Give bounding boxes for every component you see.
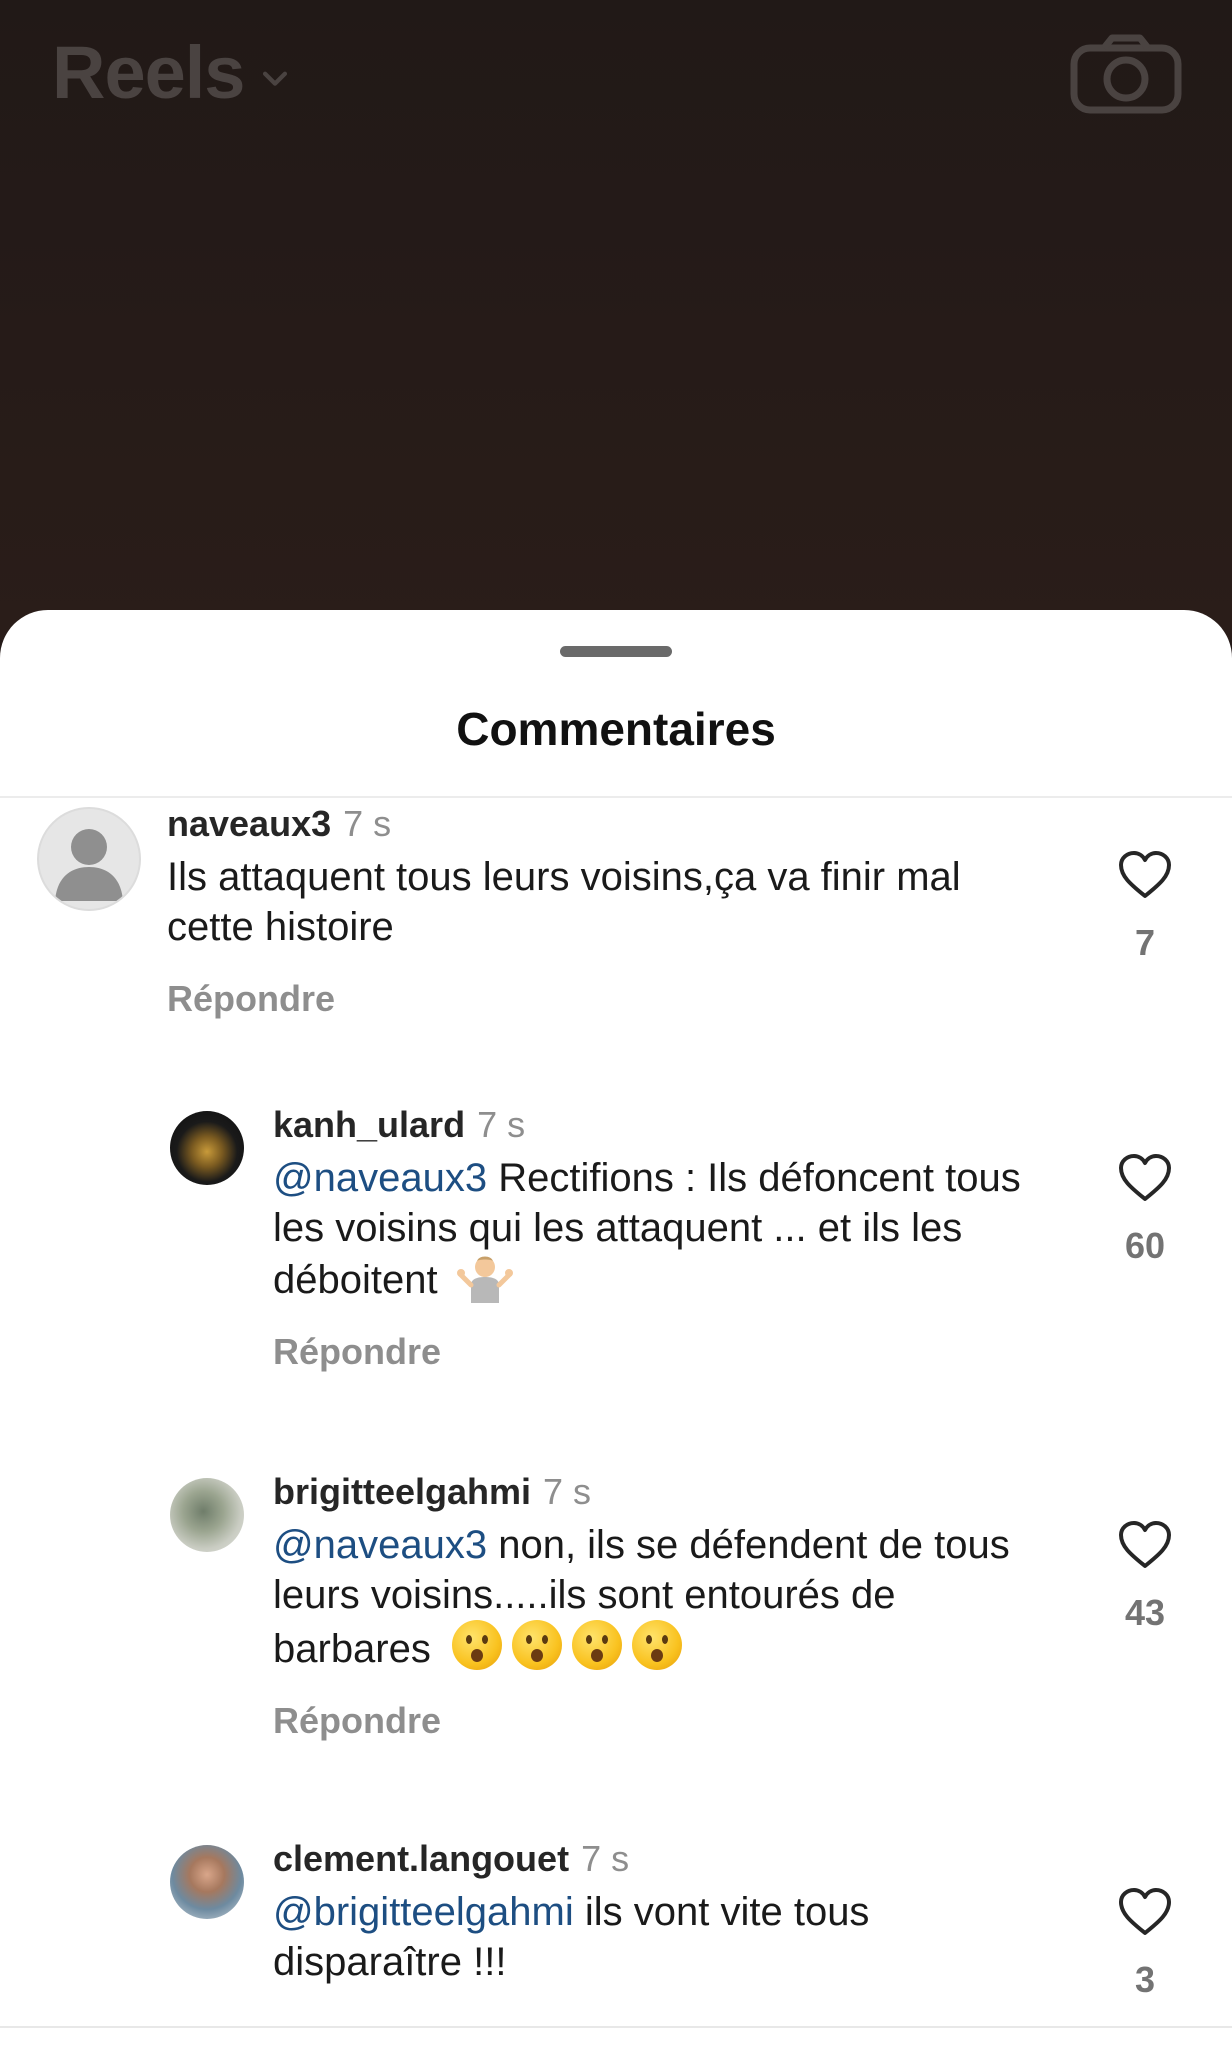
hushed-face-emoji-icon <box>572 1620 622 1670</box>
comment-time: 7 s <box>581 1838 630 1879</box>
comment-body: kanh_ulard 7 s @naveaux3 Rectifions : Ils… <box>273 1103 1053 1373</box>
comment-meta: kanh_ulard 7 s <box>273 1103 1053 1147</box>
sheet-grabber[interactable] <box>560 646 672 657</box>
comment-meta: brigitteelgahmi 7 s <box>273 1470 1053 1514</box>
comment-username[interactable]: brigitteelgahmi <box>273 1471 531 1512</box>
comment-username[interactable]: naveaux3 <box>167 803 331 844</box>
like-count: 43 <box>1124 1592 1166 1633</box>
like-column: 3 <box>1110 1887 1180 2001</box>
divider <box>0 796 1232 798</box>
sheet-title: Commentaires <box>456 703 776 755</box>
avatar[interactable] <box>170 1111 244 1185</box>
avatar[interactable] <box>37 807 141 911</box>
like-count: 3 <box>1134 1959 1156 2000</box>
heart-icon[interactable] <box>1118 1887 1172 1937</box>
like-column: 7 <box>1110 850 1180 964</box>
comment-body: clement.langouet 7 s @brigitteelgahmi ils… <box>273 1837 1053 1987</box>
comment-mention[interactable]: @naveaux3 <box>273 1156 487 1200</box>
comment-text-content: Ils attaquent tous leurs voisins,ça va f… <box>167 855 961 949</box>
comment-body: naveaux3 7 s Ils attaquent tous leurs voi… <box>167 802 1047 1020</box>
comment-text: @naveaux3 Rectifions : Ils défoncent tou… <box>273 1153 1053 1305</box>
avatar[interactable] <box>170 1478 244 1552</box>
like-column: 60 <box>1110 1153 1180 1267</box>
person-shrugging-emoji-icon <box>456 1256 513 1303</box>
comment-username[interactable]: kanh_ulard <box>273 1104 465 1145</box>
like-count: 7 <box>1134 922 1156 963</box>
reply-button[interactable]: Répondre <box>273 1700 1053 1742</box>
comment-text: Ils attaquent tous leurs voisins,ça va f… <box>167 852 1047 952</box>
hushed-face-emoji-icon <box>632 1620 682 1670</box>
hushed-face-emoji-icon <box>512 1620 562 1670</box>
comment-mention[interactable]: @brigitteelgahmi <box>273 1890 574 1934</box>
heart-icon[interactable] <box>1118 850 1172 900</box>
camera-icon[interactable] <box>1070 34 1182 114</box>
comment-text: @naveaux3 non, ils se défendent de tous … <box>273 1520 1053 1674</box>
like-column: 43 <box>1110 1520 1180 1634</box>
comment-meta: naveaux3 7 s <box>167 802 1047 846</box>
heart-icon[interactable] <box>1118 1153 1172 1203</box>
comment-time: 7 s <box>343 803 392 844</box>
comment-mention[interactable]: @naveaux3 <box>273 1523 487 1567</box>
default-avatar-icon <box>55 829 123 901</box>
comment-time: 7 s <box>543 1471 592 1512</box>
comment-text: @brigitteelgahmi ils vont vite tous disp… <box>273 1887 1053 1987</box>
comment-meta: clement.langouet 7 s <box>273 1837 1053 1881</box>
avatar[interactable] <box>170 1845 244 1919</box>
bottom-divider <box>0 2026 1232 2028</box>
like-count: 60 <box>1124 1225 1166 1266</box>
chevron-down-icon[interactable] <box>258 61 292 95</box>
reels-title: Reels <box>52 31 245 114</box>
comment-time: 7 s <box>477 1104 526 1145</box>
comments-sheet: Commentaires naveaux3 7 s Ils attaquent t… <box>0 610 1232 2048</box>
reply-button[interactable]: Répondre <box>273 1331 1053 1373</box>
comment-username[interactable]: clement.langouet <box>273 1838 569 1879</box>
comment-body: brigitteelgahmi 7 s @naveaux3 non, ils se… <box>273 1470 1053 1742</box>
reply-button[interactable]: Répondre <box>167 978 1047 1020</box>
hushed-face-emoji-icon <box>452 1620 502 1670</box>
reels-header[interactable]: Reels <box>52 30 292 115</box>
heart-icon[interactable] <box>1118 1520 1172 1570</box>
